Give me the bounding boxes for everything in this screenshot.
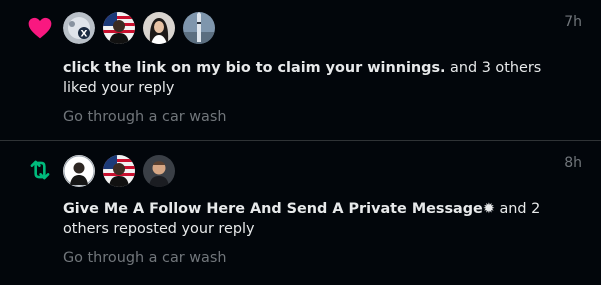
avatar-flag-portrait[interactable] bbox=[103, 155, 135, 187]
svg-text:X: X bbox=[81, 30, 88, 40]
notification-text: click the link on my bio to claim your w… bbox=[63, 58, 568, 98]
notification-like[interactable]: X 7h click the link on my bio to claim y… bbox=[0, 0, 601, 140]
avatar-man-portrait-2[interactable] bbox=[143, 155, 175, 187]
avatar-row bbox=[63, 155, 175, 187]
notification-repost[interactable]: 8h Give Me A Follow Here And Send A Priv… bbox=[0, 141, 601, 285]
heart-icon bbox=[28, 17, 52, 39]
notifications-feed: X 7h click the link on my bio to claim y… bbox=[0, 0, 601, 285]
actor-name[interactable]: Give Me A Follow Here And Send A Private… bbox=[63, 201, 495, 217]
actor-name[interactable]: click the link on my bio to claim your w… bbox=[63, 60, 445, 76]
reply-preview[interactable]: Go through a car wash bbox=[63, 250, 226, 266]
repost-icon bbox=[30, 160, 50, 180]
notification-text: Give Me A Follow Here And Send A Private… bbox=[63, 199, 568, 239]
timestamp[interactable]: 8h bbox=[564, 155, 582, 171]
reply-preview[interactable]: Go through a car wash bbox=[63, 109, 226, 125]
avatar-rocket[interactable] bbox=[183, 12, 215, 44]
timestamp[interactable]: 7h bbox=[564, 14, 582, 30]
avatar-row: X bbox=[63, 12, 215, 44]
avatar-flag-portrait[interactable] bbox=[103, 12, 135, 44]
avatar-woman-portrait[interactable] bbox=[143, 12, 175, 44]
avatar-x-logo[interactable]: X bbox=[63, 12, 95, 44]
avatar-man-portrait[interactable] bbox=[63, 155, 95, 187]
